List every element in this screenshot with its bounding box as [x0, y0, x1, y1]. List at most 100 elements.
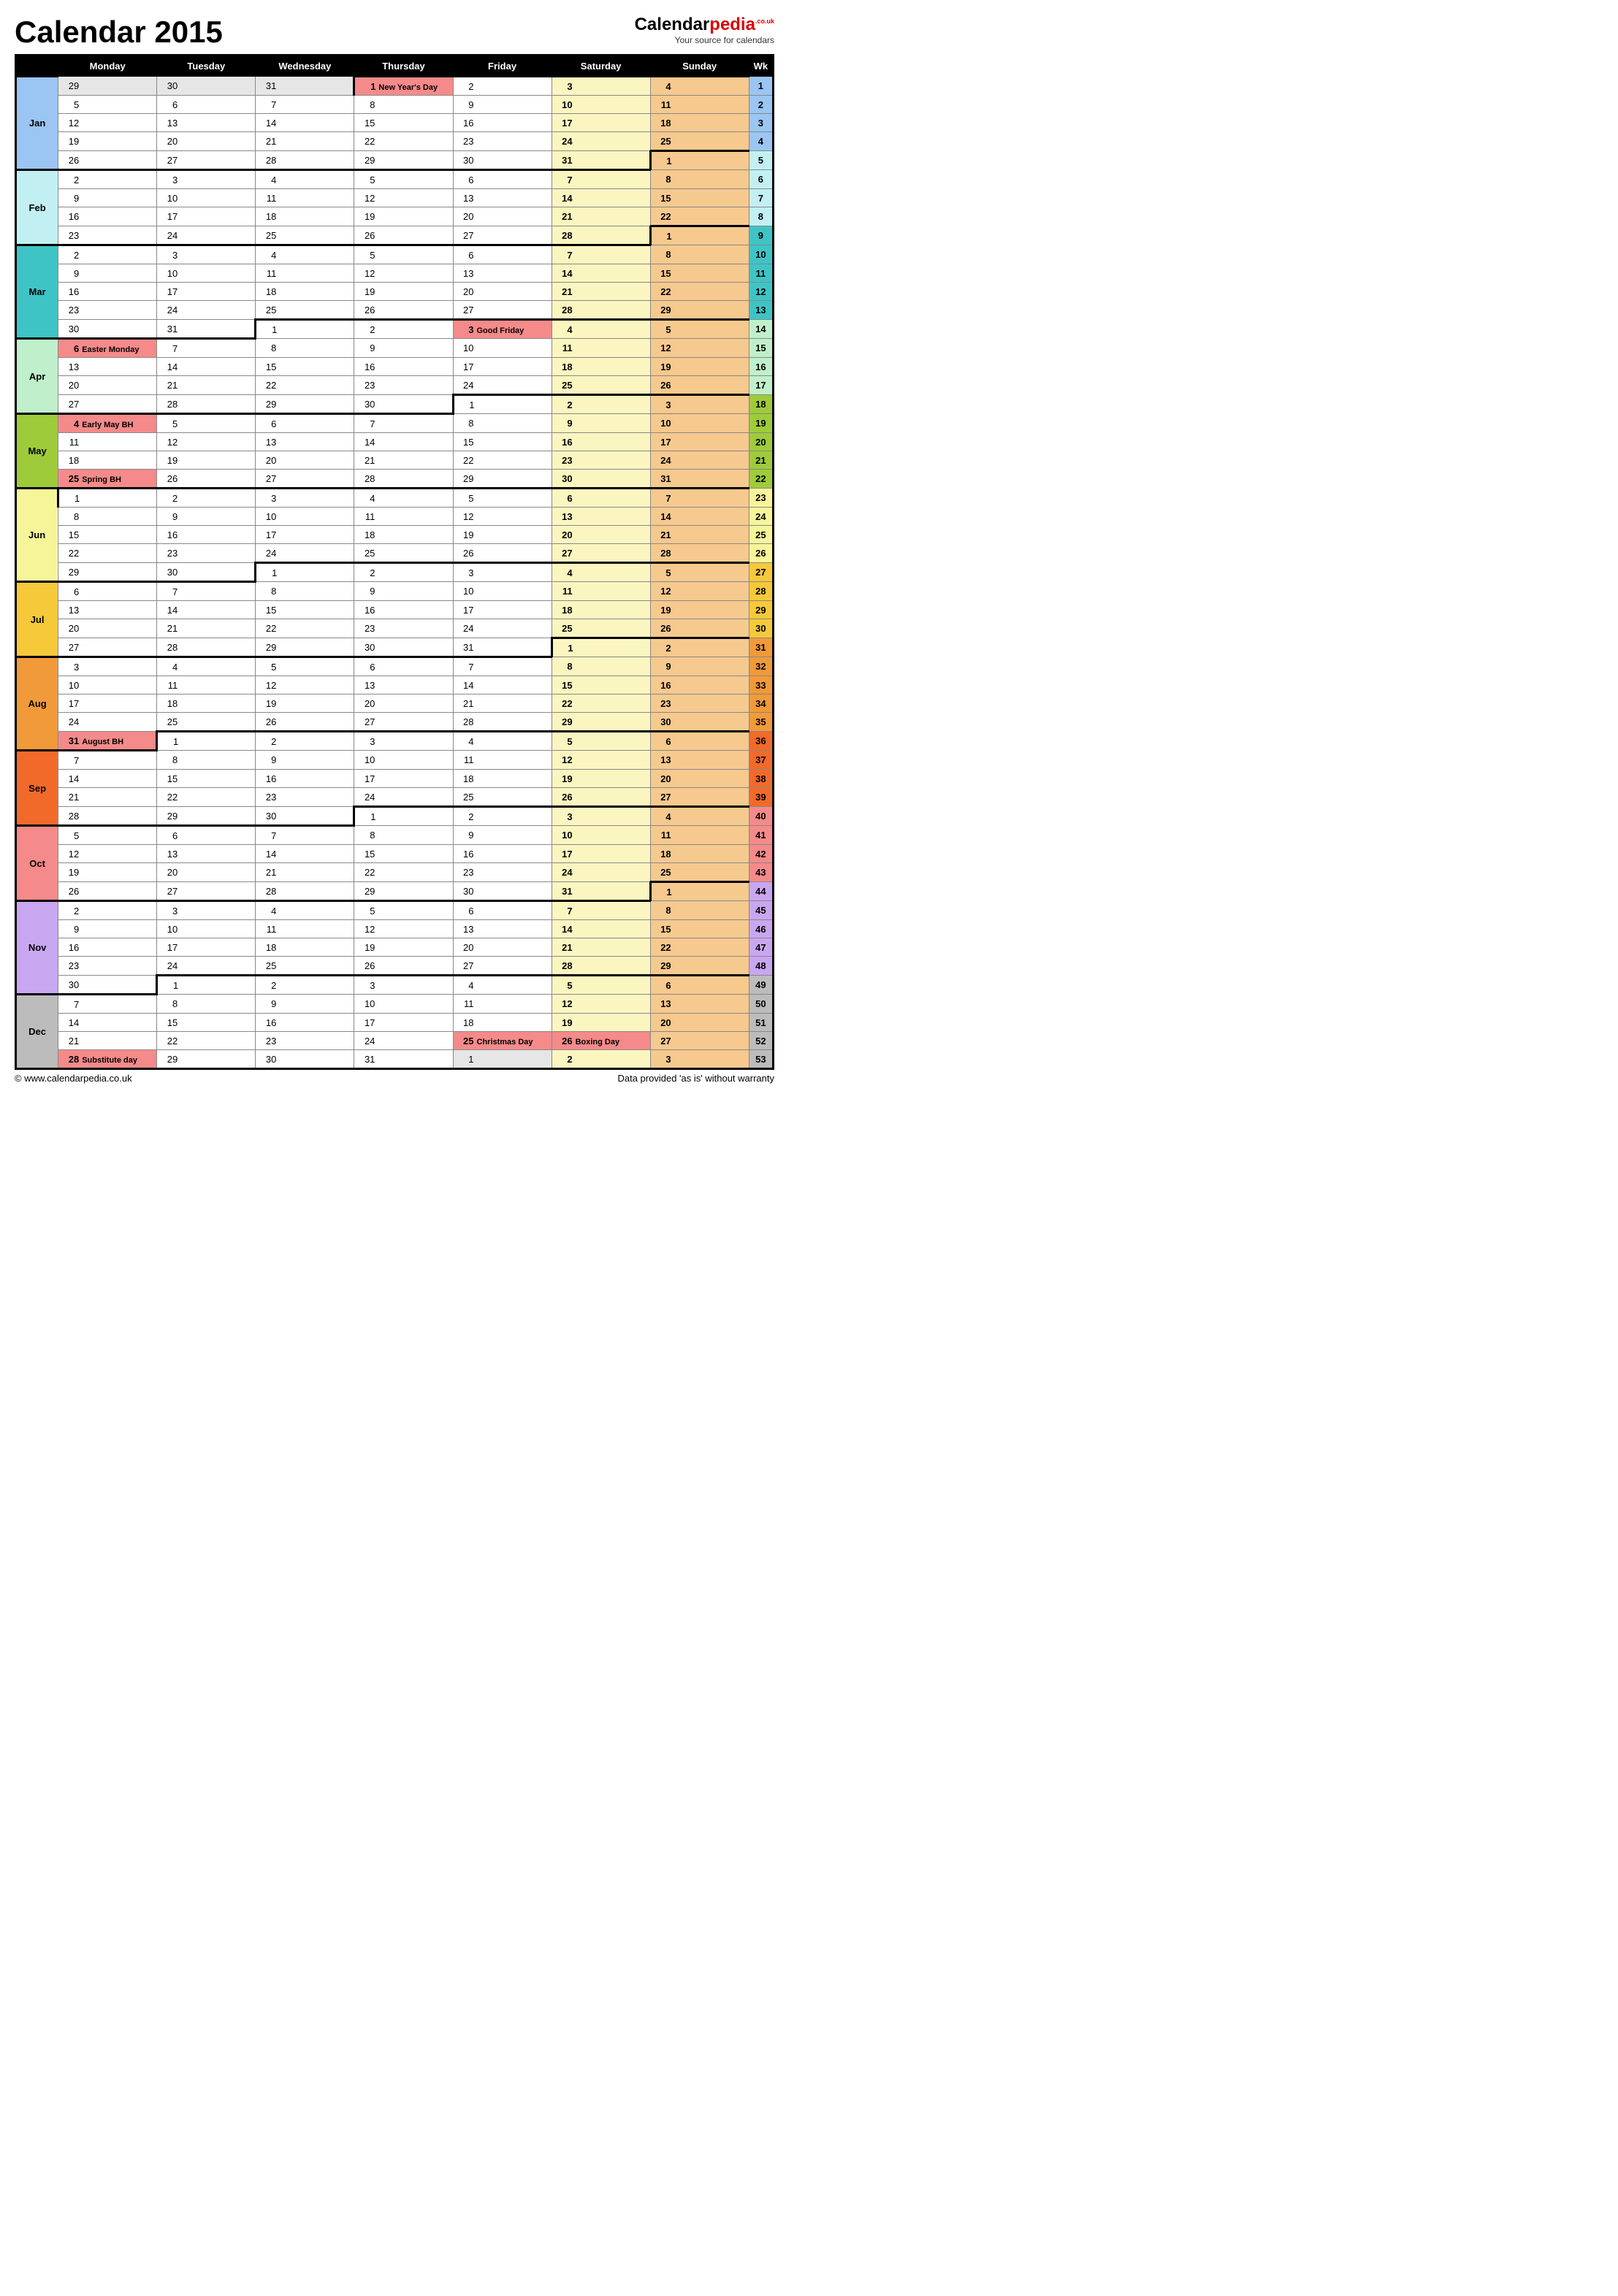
day-cell: 9 [58, 920, 157, 938]
day-cell: 24 [453, 376, 552, 395]
day-cell: 4 [354, 489, 453, 508]
day-cell: 8 [256, 339, 354, 358]
day-cell: 25 [453, 788, 552, 807]
day-cell: 19 [354, 938, 453, 957]
day-cell: 22 [552, 694, 650, 713]
day-cell: 31 [354, 1050, 453, 1069]
day-cell: 5 [552, 976, 650, 995]
week-number: 8 [749, 207, 773, 226]
day-cell: 11 [552, 582, 650, 601]
day-cell: 8 [552, 657, 650, 676]
day-cell: 9 [256, 751, 354, 770]
day-cell: 18 [157, 694, 256, 713]
day-cell: 10 [256, 508, 354, 526]
day-cell: 25 [650, 863, 749, 882]
day-cell: 9 [354, 339, 453, 358]
day-cell: 17 [650, 433, 749, 451]
day-cell: 31 [552, 882, 650, 901]
day-cell: 22 [256, 376, 354, 395]
day-cell: 8 [354, 96, 453, 114]
day-cell: 17 [453, 601, 552, 619]
day-cell: 10 [354, 995, 453, 1014]
day-cell: 20 [552, 526, 650, 544]
day-cell: 4 [256, 170, 354, 189]
day-cell: 31 [552, 151, 650, 170]
day-cell: 1 [650, 226, 749, 245]
day-cell: 1New Year's Day [354, 77, 453, 96]
day-cell: 10 [552, 826, 650, 845]
month-label: Jul [16, 582, 58, 657]
day-cell: 16 [453, 114, 552, 132]
day-cell: 16 [157, 526, 256, 544]
day-cell: 8 [157, 751, 256, 770]
day-cell: 11 [453, 751, 552, 770]
day-cell: 4 [157, 657, 256, 676]
footer-left: © www.calendarpedia.co.uk [15, 1073, 132, 1084]
day-cell: 11 [256, 189, 354, 207]
day-cell: 30 [354, 395, 453, 414]
day-cell: 28 [256, 882, 354, 901]
day-cell: 25Spring BH [58, 470, 157, 489]
day-cell: 28 [354, 470, 453, 489]
day-cell: 3 [157, 245, 256, 264]
month-label: Nov [16, 901, 58, 995]
day-cell: 7 [650, 489, 749, 508]
day-cell: 25 [552, 376, 650, 395]
day-cell: 20 [453, 283, 552, 301]
week-number: 47 [749, 938, 773, 957]
month-label: May [16, 414, 58, 489]
day-cell: 27 [453, 301, 552, 320]
week-number: 40 [749, 807, 773, 826]
day-cell: 27 [354, 713, 453, 732]
day-cell: 23 [552, 451, 650, 470]
day-cell: 16 [58, 207, 157, 226]
day-cell: 6 [354, 657, 453, 676]
day-cell: 19 [552, 1014, 650, 1032]
day-cell: 5 [58, 96, 157, 114]
day-cell: 31 [157, 320, 256, 339]
day-cell: 13 [354, 676, 453, 694]
day-cell: 7 [256, 826, 354, 845]
day-cell: 5 [453, 489, 552, 508]
day-cell: 4 [650, 807, 749, 826]
day-cell: 5 [157, 414, 256, 433]
day-cell: 19 [354, 207, 453, 226]
col-header: Monday [58, 56, 157, 77]
week-number: 17 [749, 376, 773, 395]
day-cell: 22 [58, 544, 157, 563]
day-cell: 17 [354, 770, 453, 788]
day-cell: 5 [552, 732, 650, 751]
day-cell: 29 [354, 151, 453, 170]
day-cell: 10 [453, 582, 552, 601]
day-cell: 17 [157, 207, 256, 226]
day-cell: 26 [552, 788, 650, 807]
day-cell: 21 [58, 788, 157, 807]
day-cell: 5 [354, 170, 453, 189]
day-cell: 6 [157, 826, 256, 845]
day-cell: 26 [354, 957, 453, 976]
day-cell: 31 [453, 638, 552, 657]
day-cell: 23 [157, 544, 256, 563]
day-cell: 27 [453, 957, 552, 976]
day-cell: 2 [256, 732, 354, 751]
day-cell: 4 [650, 77, 749, 96]
day-cell: 17 [552, 114, 650, 132]
day-cell: 26 [453, 544, 552, 563]
col-header: Sunday [650, 56, 749, 77]
day-cell: 13 [58, 601, 157, 619]
day-cell: 20 [58, 376, 157, 395]
day-cell: 6 [58, 582, 157, 601]
day-cell: 3 [58, 657, 157, 676]
day-cell: 24 [354, 788, 453, 807]
day-cell: 15 [354, 114, 453, 132]
week-number: 36 [749, 732, 773, 751]
day-cell: 22 [650, 938, 749, 957]
day-cell: 8 [650, 245, 749, 264]
day-cell: 1 [354, 807, 453, 826]
day-cell: 29 [157, 807, 256, 826]
day-cell: 26 [58, 882, 157, 901]
day-cell: 14 [552, 920, 650, 938]
day-cell: 10 [650, 414, 749, 433]
day-cell: 16 [453, 845, 552, 863]
day-cell: 25 [256, 957, 354, 976]
